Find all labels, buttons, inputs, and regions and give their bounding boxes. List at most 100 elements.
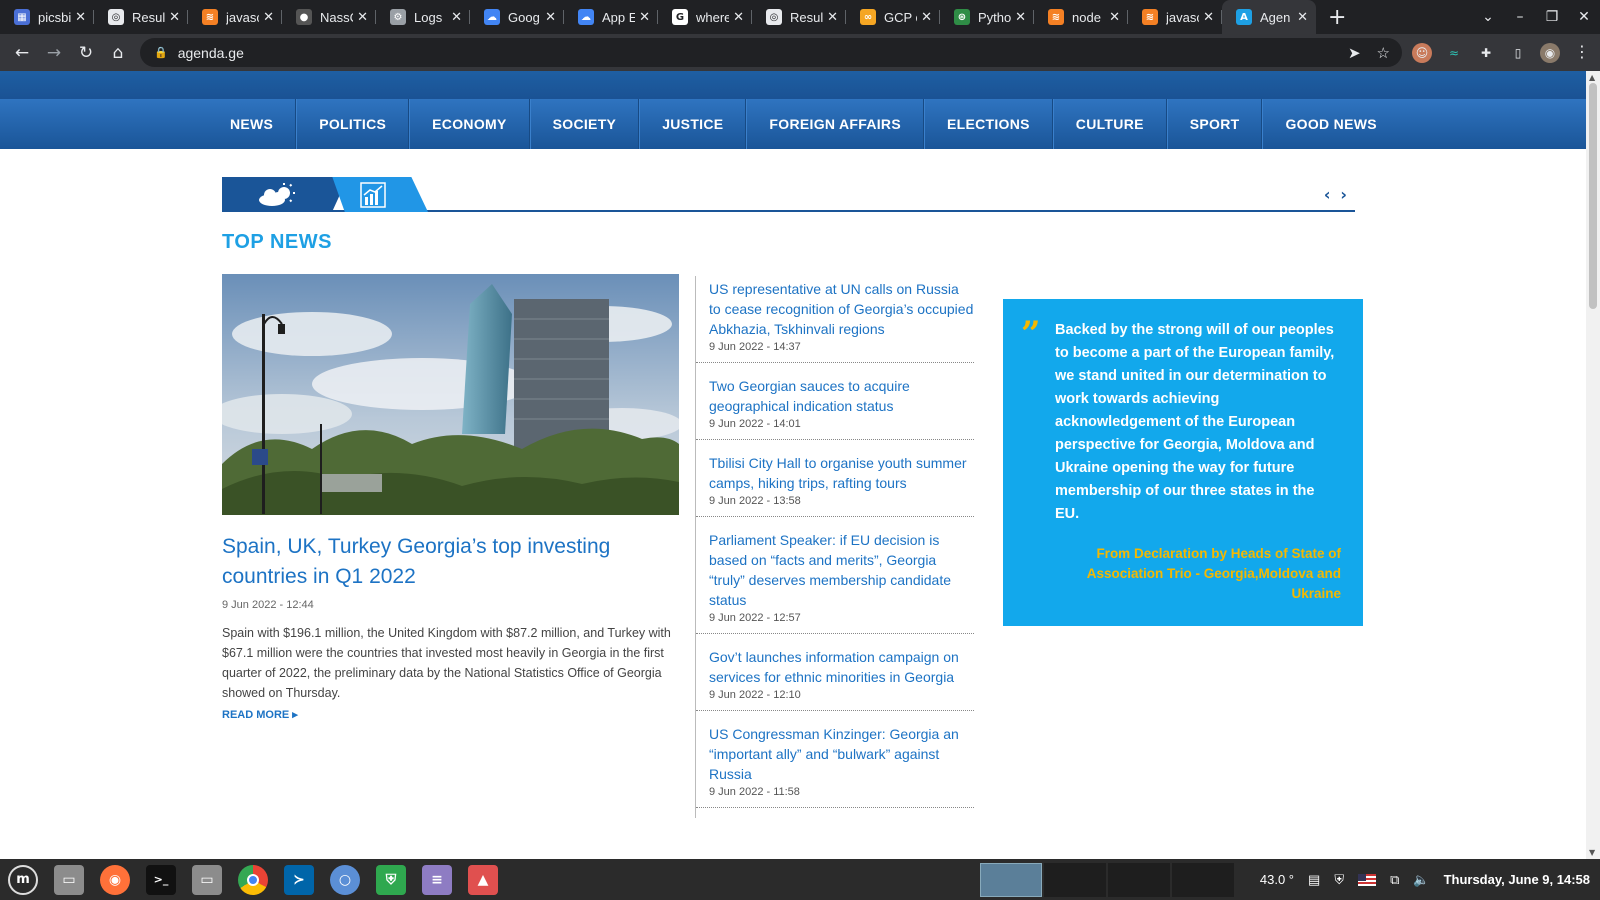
nav-item-culture[interactable]: CULTURE xyxy=(1052,99,1167,149)
lock-icon[interactable]: 🔒 xyxy=(154,46,168,59)
nav-item-elections[interactable]: ELECTIONS xyxy=(923,99,1053,149)
tab-close-icon[interactable]: ✕ xyxy=(451,10,462,25)
extensions-puzzle-icon[interactable]: ✚ xyxy=(1476,43,1496,63)
file-manager-icon[interactable]: ▭ xyxy=(54,864,84,895)
tab-close-icon[interactable]: ✕ xyxy=(75,10,86,25)
lead-story-image[interactable] xyxy=(222,274,679,515)
browser-tab[interactable]: Gwhere ✕ xyxy=(658,0,752,34)
security-shield-icon[interactable]: ⛨ xyxy=(376,864,406,895)
browser-tab[interactable]: ≋ node ✕ xyxy=(1034,0,1128,34)
nav-item-society[interactable]: SOCIETY xyxy=(529,99,640,149)
tab-close-icon[interactable]: ✕ xyxy=(1015,10,1026,25)
scroll-up-icon[interactable]: ▲ xyxy=(1589,73,1595,82)
nav-item-economy[interactable]: ECONOMY xyxy=(409,99,530,149)
terminal-icon[interactable]: >_ xyxy=(146,864,176,895)
lead-story-title[interactable]: Spain, UK, Turkey Georgia’s top investin… xyxy=(222,532,662,592)
workspace-3[interactable] xyxy=(1108,863,1170,897)
browser-tab[interactable]: ◎ Result✕ xyxy=(94,0,188,34)
volume-icon[interactable]: 🔈 xyxy=(1413,872,1429,888)
scrollbar-thumb[interactable] xyxy=(1589,83,1597,309)
new-tab-button[interactable]: + xyxy=(1328,5,1352,30)
tab-close-icon[interactable]: ✕ xyxy=(921,10,932,25)
browser-tab[interactable]: ≋ javasc ✕ xyxy=(1128,0,1222,34)
tab-close-icon[interactable]: ✕ xyxy=(1297,10,1308,25)
news-headline-link[interactable]: Tbilisi City Hall to organise youth summ… xyxy=(709,453,974,493)
nav-item-foreign-affairs[interactable]: FOREIGN AFFAIRS xyxy=(746,99,924,149)
url-text[interactable]: agenda.ge xyxy=(178,45,244,61)
home-button[interactable]: ⌂ xyxy=(102,43,134,63)
tab-close-icon[interactable]: ✕ xyxy=(827,10,838,25)
bookmark-star-icon[interactable]: ☆ xyxy=(1377,44,1390,62)
tab-close-icon[interactable]: ✕ xyxy=(169,10,180,25)
extension-wave-icon[interactable]: ≈ xyxy=(1444,43,1464,63)
news-headline-link[interactable]: Two Georgian sauces to acquire geographi… xyxy=(709,376,974,416)
nav-item-politics[interactable]: POLITICS xyxy=(296,99,410,149)
send-icon[interactable]: ➤ xyxy=(1348,44,1361,62)
extension-face-icon[interactable]: ☺ xyxy=(1412,42,1432,63)
network-icon[interactable]: ⧉ xyxy=(1390,872,1399,888)
close-window-button[interactable]: ✕ xyxy=(1568,9,1600,25)
news-headline-link[interactable]: Parliament Speaker: if EU decision is ba… xyxy=(709,530,974,610)
browser-tab[interactable]: ☁ Goog ✕ xyxy=(470,0,564,34)
browser-tab[interactable]: ◎ Result✕ xyxy=(752,0,846,34)
text-editor-icon[interactable]: ≡ xyxy=(422,864,452,895)
profile-avatar[interactable]: ◉ xyxy=(1540,42,1560,63)
mint-menu-icon[interactable]: m xyxy=(8,864,38,895)
browser-tab[interactable]: ● NassC ✕ xyxy=(282,0,376,34)
tab-close-icon[interactable]: ✕ xyxy=(263,10,274,25)
chromium-icon[interactable]: ○ xyxy=(330,864,360,895)
tab-favicon-icon: ◎ xyxy=(766,9,782,25)
reload-button[interactable]: ↻ xyxy=(70,43,102,63)
tbilisi-skyline-photo xyxy=(222,274,679,515)
tab-close-icon[interactable]: ✕ xyxy=(1203,10,1214,25)
prev-arrow-icon[interactable]: ‹ xyxy=(1324,185,1331,204)
read-more-link[interactable]: READ MORE ▸ xyxy=(222,708,298,721)
back-button[interactable]: ← xyxy=(6,43,38,63)
tab-favicon-icon: ☁ xyxy=(578,9,594,25)
nav-item-sport[interactable]: SPORT xyxy=(1166,99,1263,149)
browser-tab[interactable]: ⊛ Pytho ✕ xyxy=(940,0,1034,34)
files-folder-icon[interactable]: ▭ xyxy=(192,864,222,895)
scroll-down-icon[interactable]: ▼ xyxy=(1589,848,1595,857)
workspace-4[interactable] xyxy=(1172,863,1234,897)
clock[interactable]: Thursday, June 9, 14:58 xyxy=(1444,872,1590,887)
tab-close-icon[interactable]: ✕ xyxy=(1109,10,1120,25)
workspace-1[interactable] xyxy=(980,863,1042,897)
nav-item-news[interactable]: NEWS xyxy=(208,99,297,149)
next-arrow-icon[interactable]: › xyxy=(1340,185,1347,204)
tab-search-icon[interactable]: ⌄ xyxy=(1472,9,1504,25)
quote-box: ” Backed by the strong will of our peopl… xyxy=(1003,299,1363,626)
image-viewer-icon[interactable]: ▲ xyxy=(468,864,498,895)
tab-close-icon[interactable]: ✕ xyxy=(545,10,556,25)
news-list-item: Two Georgian sauces to acquire geographi… xyxy=(696,373,974,440)
us-flag-icon[interactable] xyxy=(1358,873,1377,886)
tab-close-icon[interactable]: ✕ xyxy=(733,10,744,25)
browser-tab[interactable]: ⚙ Logs ✕ xyxy=(376,0,470,34)
news-headline-link[interactable]: US Congressman Kinzinger: Georgia an “im… xyxy=(709,724,974,784)
side-panel-icon[interactable]: ▯ xyxy=(1508,43,1528,63)
tab-close-icon[interactable]: ✕ xyxy=(639,10,650,25)
nav-item-good-news[interactable]: GOOD NEWS xyxy=(1262,99,1398,149)
tab-close-icon[interactable]: ✕ xyxy=(357,10,368,25)
vscode-icon[interactable]: ≻ xyxy=(284,864,314,895)
minimize-button[interactable]: – xyxy=(1504,9,1536,25)
browser-tab[interactable]: ≋ javasc ✕ xyxy=(188,0,282,34)
clipboard-icon[interactable]: ▤ xyxy=(1308,872,1320,888)
workspace-2[interactable] xyxy=(1044,863,1106,897)
nav-item-justice[interactable]: JUSTICE xyxy=(639,99,747,149)
firefox-icon[interactable]: ◉ xyxy=(100,864,130,895)
maximize-button[interactable]: ❐ xyxy=(1536,9,1568,25)
browser-tab[interactable]: ☁ App E ✕ xyxy=(564,0,658,34)
page-scrollbar[interactable]: ▲ ▼ xyxy=(1586,71,1600,859)
news-headline-link[interactable]: US representative at UN calls on Russia … xyxy=(709,279,974,339)
forward-button[interactable]: → xyxy=(38,43,70,63)
chrome-icon[interactable] xyxy=(238,864,268,895)
address-bar[interactable]: 🔒 agenda.ge ➤ ☆ xyxy=(140,38,1402,67)
shield-tray-icon[interactable]: ⛨ xyxy=(1334,872,1344,888)
browser-tab[interactable]: A Agen ✕ xyxy=(1222,0,1316,34)
news-headline-link[interactable]: Gov’t launches information campaign on s… xyxy=(709,647,974,687)
browser-tab[interactable]: ∞ GCP c ✕ xyxy=(846,0,940,34)
browser-tab[interactable]: ▦ picsbi ✕ xyxy=(0,0,94,34)
menu-kebab-icon[interactable]: ⋮ xyxy=(1574,42,1590,61)
weather-tab[interactable] xyxy=(222,177,348,212)
